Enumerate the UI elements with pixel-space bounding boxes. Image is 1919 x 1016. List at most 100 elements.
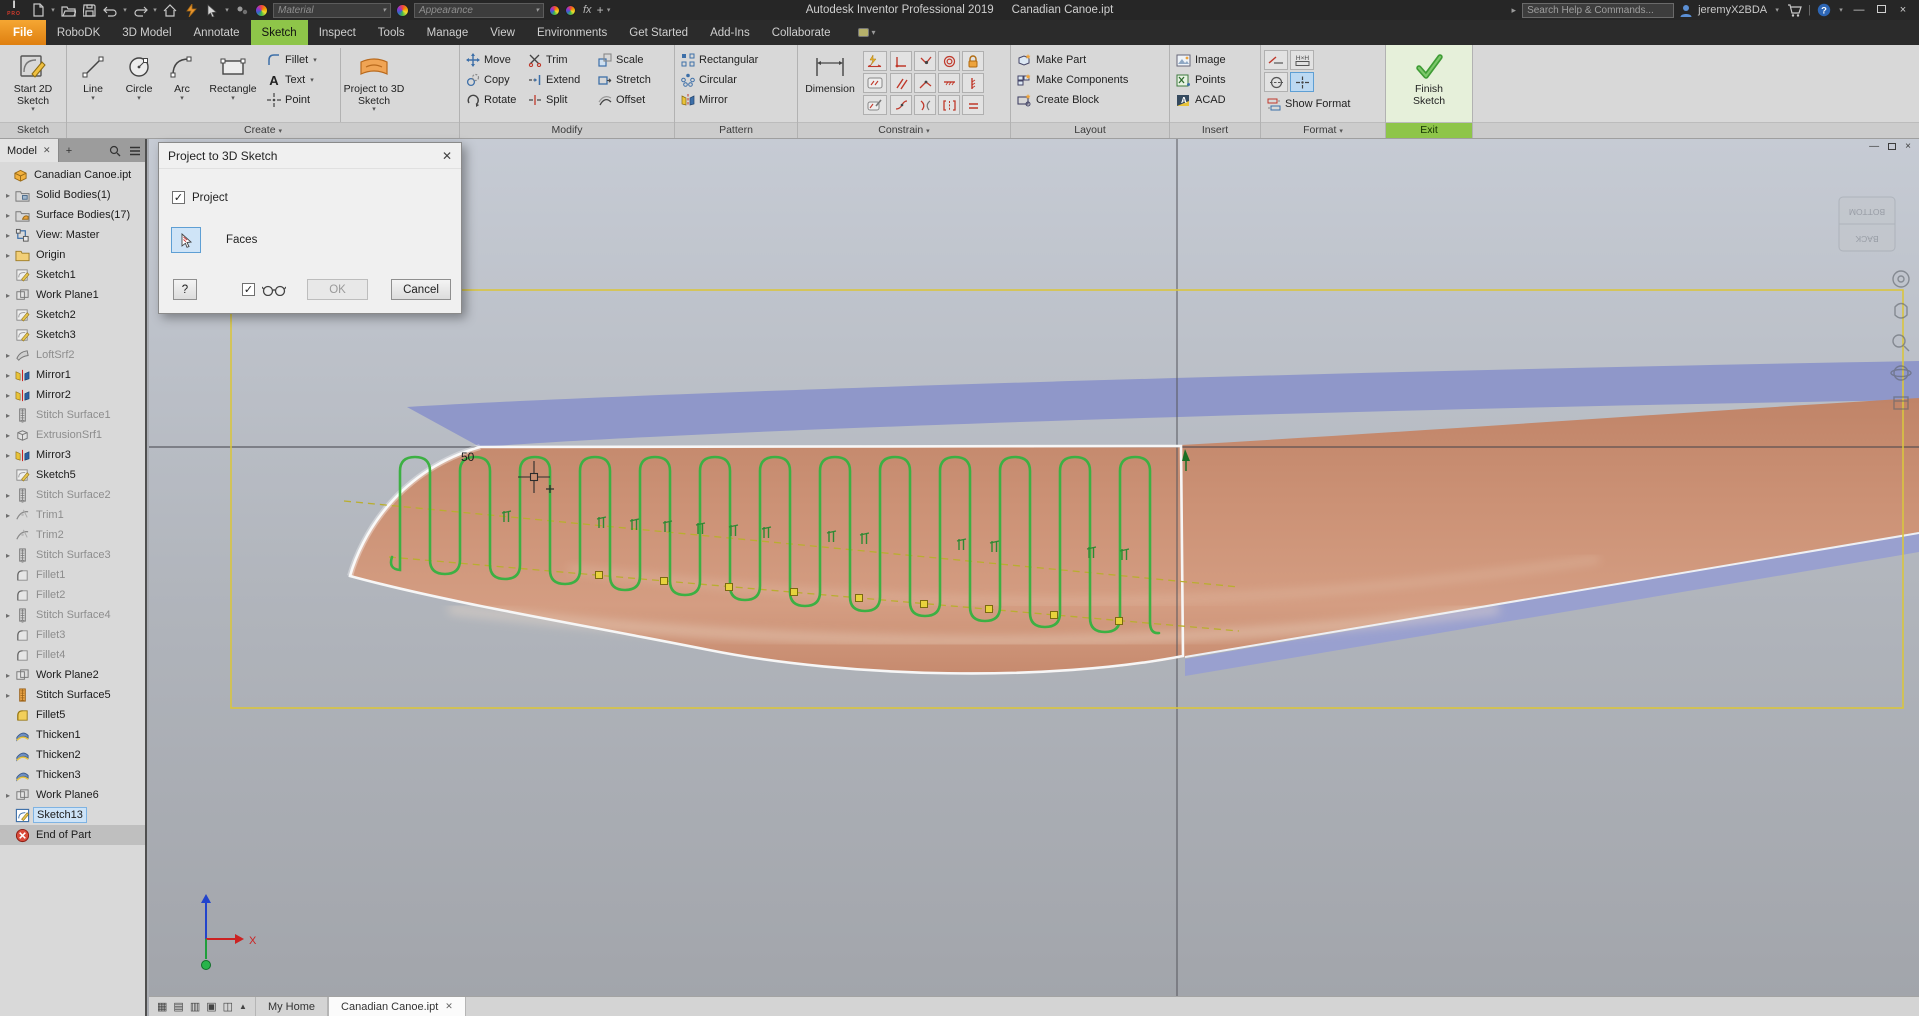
tab-robodk[interactable]: RoboDK — [46, 20, 111, 45]
tree-item-fillet4[interactable]: Fillet4 — [0, 645, 145, 665]
dialog-ok-button[interactable]: OK — [307, 279, 368, 300]
tree-item-trim1[interactable]: ▸Trim1 — [0, 505, 145, 525]
signed-in-user[interactable]: jeremyX2BDA — [1698, 4, 1767, 16]
minimize-window-button[interactable]: — — [1851, 4, 1867, 16]
make-part-button[interactable]: Make Part — [1014, 50, 1131, 70]
rectangle-button[interactable]: Rectangle ▾ — [202, 48, 264, 122]
home-button[interactable] — [160, 1, 180, 19]
stretch-button[interactable]: Stretch — [595, 70, 669, 90]
dialog-help-button[interactable]: ? — [173, 279, 197, 300]
construction-toggle-button[interactable] — [1264, 72, 1288, 92]
project-checkbox[interactable]: ✓ — [172, 191, 185, 204]
layout-split-icon[interactable]: ▣ — [206, 1000, 216, 1013]
tree-item-work-plane2[interactable]: ▸Work Plane2 — [0, 665, 145, 685]
dialog-title-bar[interactable]: Project to 3D Sketch ✕ — [159, 143, 461, 169]
appearance-clear-icon[interactable] — [565, 5, 576, 16]
browser-add-tab-button[interactable]: + — [58, 139, 80, 162]
tree-item-mirror3[interactable]: ▸Mirror3 — [0, 445, 145, 465]
tree-item-stitch-surface1[interactable]: ▸Stitch Surface1 — [0, 405, 145, 425]
tab-my-home[interactable]: My Home — [255, 997, 328, 1016]
panel-label-constrain[interactable]: Constrain ▾ — [798, 122, 1010, 138]
browser-tab-close-icon[interactable]: ✕ — [43, 145, 51, 156]
save-button[interactable] — [79, 1, 99, 19]
doc-restore-button[interactable] — [1888, 143, 1896, 150]
vertical-constraint-button[interactable] — [962, 73, 984, 93]
redo-caret[interactable]: ▾ — [151, 6, 159, 14]
tree-item-fillet2[interactable]: Fillet2 — [0, 585, 145, 605]
qat-customize-caret[interactable]: ▾ — [605, 6, 613, 14]
tree-item-end-of-part[interactable]: End of Part — [0, 825, 145, 845]
select-tool-caret[interactable]: ▾ — [223, 6, 231, 14]
show-format-button[interactable]: Show Format — [1264, 94, 1353, 114]
panel-label-layout[interactable]: Layout — [1011, 122, 1169, 138]
browser-tab-model[interactable]: Model ✕ — [0, 139, 58, 162]
tree-item-sketch1[interactable]: Sketch1 — [0, 265, 145, 285]
browser-menu-button[interactable] — [125, 139, 145, 162]
circle-button[interactable]: Circle ▾ — [116, 48, 162, 122]
circular-pattern-button[interactable]: Circular — [678, 70, 761, 90]
split-button[interactable]: Split — [525, 90, 595, 110]
panel-label-modify[interactable]: Modify — [460, 122, 674, 138]
material-tool-button[interactable] — [232, 1, 252, 19]
tab-file[interactable]: File — [0, 20, 46, 45]
tree-item-sketch2[interactable]: Sketch2 — [0, 305, 145, 325]
browser-toggle-icon[interactable]: ▦ — [157, 1000, 167, 1013]
quick-sketch-button[interactable] — [181, 1, 201, 19]
create-block-button[interactable]: Create Block — [1014, 90, 1131, 110]
ribbon-extras-button[interactable]: ▾ — [852, 20, 882, 45]
material-combobox[interactable]: Material▾ — [273, 3, 391, 18]
tree-item-stitch-surface5[interactable]: ▸Stitch Surface5 — [0, 685, 145, 705]
help-menu-caret[interactable]: ▾ — [1837, 6, 1845, 14]
preview-checkbox[interactable]: ✓ — [242, 283, 255, 296]
doc-minimize-button[interactable]: — — [1869, 141, 1879, 152]
tab-manage[interactable]: Manage — [416, 20, 480, 45]
tab-sketch[interactable]: Sketch — [251, 20, 308, 45]
text-button[interactable]: A Text▾ — [264, 70, 340, 90]
tab-3d-model[interactable]: 3D Model — [111, 20, 182, 45]
point-button[interactable]: Point — [264, 90, 340, 110]
expand-statusbar-icon[interactable]: ▲ — [239, 1002, 247, 1011]
auto-dimension-button[interactable] — [863, 51, 887, 71]
parameters-fx-button[interactable]: fx — [583, 4, 592, 16]
tree-item-fillet1[interactable]: Fillet1 — [0, 565, 145, 585]
concentric-constraint-button[interactable] — [938, 51, 960, 71]
panel-label-pattern[interactable]: Pattern — [675, 122, 797, 138]
panel-label-insert[interactable]: Insert — [1170, 122, 1260, 138]
faces-select-button[interactable] — [171, 227, 201, 253]
tab-view[interactable]: View — [479, 20, 526, 45]
tab-environments[interactable]: Environments — [526, 20, 618, 45]
finish-sketch-button[interactable]: Finish Sketch — [1398, 48, 1460, 122]
arc-button[interactable]: Arc ▾ — [162, 48, 202, 122]
tree-item-stitch-surface3[interactable]: ▸Stitch Surface3 — [0, 545, 145, 565]
tree-item-sketch5[interactable]: Sketch5 — [0, 465, 145, 485]
tab-collaborate[interactable]: Collaborate — [761, 20, 842, 45]
redo-button[interactable] — [130, 1, 150, 19]
project-to-3d-sketch-button[interactable]: Project to 3D Sketch ▾ — [341, 48, 407, 122]
tab-get-started[interactable]: Get Started — [618, 20, 699, 45]
panel-label-sketch[interactable]: Sketch — [0, 122, 66, 138]
user-menu-caret[interactable]: ▾ — [1773, 6, 1781, 14]
layout-panes-icon[interactable]: ◫ — [223, 1000, 233, 1013]
line-button[interactable]: Line ▾ — [70, 48, 116, 122]
restore-window-button[interactable] — [1873, 4, 1889, 16]
rectangular-pattern-button[interactable]: Rectangular — [678, 50, 761, 70]
tree-item-mirror2[interactable]: ▸Mirror2 — [0, 385, 145, 405]
browser-search-button[interactable] — [105, 139, 125, 162]
tree-item-stitch-surface2[interactable]: ▸Stitch Surface2 — [0, 485, 145, 505]
undo-caret[interactable]: ▾ — [121, 6, 129, 14]
trim-button[interactable]: Trim — [525, 50, 595, 70]
document-tab-close-icon[interactable]: ✕ — [445, 1001, 453, 1012]
help-icon[interactable]: ? — [1817, 3, 1831, 17]
tab-tools[interactable]: Tools — [367, 20, 416, 45]
curvature-constraint-button[interactable] — [914, 95, 936, 115]
tangent-constraint-button[interactable] — [914, 73, 936, 93]
dimension-value-label[interactable]: 50 — [461, 450, 475, 464]
tree-item-thicken3[interactable]: Thicken3 — [0, 765, 145, 785]
tree-item-loftsrf2[interactable]: ▸LoftSrf2 — [0, 345, 145, 365]
tree-item-fillet5[interactable]: Fillet5 — [0, 705, 145, 725]
driven-dimension-button[interactable]: H×H — [1290, 50, 1314, 70]
tree-item-work-plane6[interactable]: ▸Work Plane6 — [0, 785, 145, 805]
tab-annotate[interactable]: Annotate — [183, 20, 251, 45]
tree-item-mirror1[interactable]: ▸Mirror1 — [0, 365, 145, 385]
constraint-settings-button[interactable] — [863, 73, 887, 93]
